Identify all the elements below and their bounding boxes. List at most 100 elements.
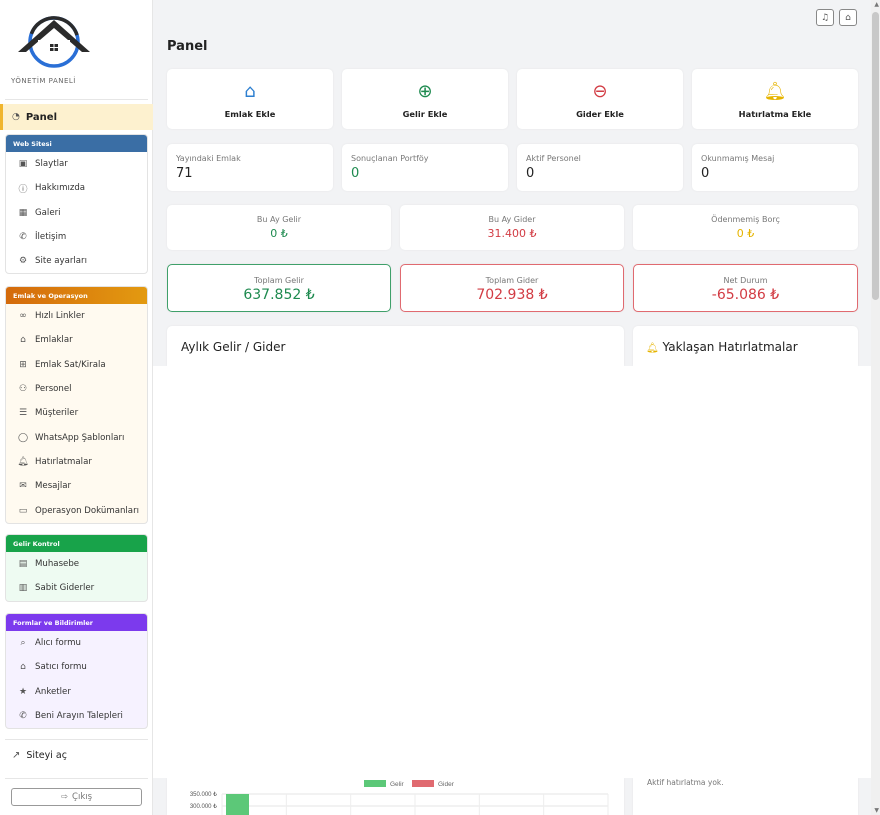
search-icon: ⌕: [20, 638, 26, 649]
stat-label: Aktif Personel: [526, 154, 581, 163]
legend-label: Gelir: [390, 781, 405, 788]
sidebar-item-label: Personel: [35, 384, 72, 395]
star-icon: ★: [18, 686, 28, 697]
card-value: 637.852 ₺: [243, 287, 315, 303]
card-value: 0 ₺: [736, 227, 755, 240]
add-property-button[interactable]: ⌂ Emlak Ekle: [167, 69, 333, 129]
page-title: Panel: [167, 39, 208, 54]
sidebar-item-docs[interactable]: ▭ Operasyon Dokümanları: [6, 498, 147, 522]
scroll-thumb[interactable]: [872, 12, 879, 300]
no-reminder-text: Aktif hatırlatma yok.: [647, 778, 724, 787]
bell-icon[interactable]: ♫: [816, 9, 834, 26]
sidebar-item-label: Beni Arayın Talepleri: [35, 711, 123, 722]
add-income-button[interactable]: ⊕ Gelir Ekle: [342, 69, 508, 129]
sidebar-item-reminders[interactable]: 🔔︎ Hatırlatmalar: [6, 450, 147, 474]
reminders-panel: 🔔︎ Yaklaşan Hatırlatmalar: [633, 326, 858, 366]
total-expense-card: Toplam Gider 702.938 ₺: [400, 264, 624, 312]
minus-circle-icon: ⊖: [592, 81, 608, 102]
legend-swatch: [364, 780, 386, 787]
sidebar-item-surveys[interactable]: ★ Anketler: [6, 680, 147, 704]
add-reminder-button[interactable]: 🔔︎ Hatırlatma Ekle: [692, 69, 858, 129]
sidebar-item-about[interactable]: ⓘ Hakkımızda: [6, 176, 147, 200]
stat-card: Yayındaki Emlak 71: [167, 144, 333, 191]
sidebar-group-forms: Formlar ve Bildirimler ⌕ Alıcı formu ⌂ Sat…: [5, 613, 148, 730]
house-sell-icon: ⌂: [20, 662, 26, 673]
action-label: Gelir Ekle: [402, 109, 448, 119]
sidebar-item-label: Hatırlatmalar: [35, 456, 92, 467]
grid-icon: ▦: [18, 207, 28, 218]
sidebar-item-customers[interactable]: ☰ Müşteriler: [6, 401, 147, 425]
open-site-link[interactable]: ↗ Siteyi aç: [12, 750, 67, 761]
sidebar-group-web: Web Sitesi ▣ Slaytlar ⓘ Hakkımızda ▦ Galeri…: [5, 134, 148, 275]
card-label: Toplam Gelir: [254, 276, 304, 285]
card-value: -65.086 ₺: [711, 287, 780, 303]
logo-text: YÖNETİM PANELİ: [11, 77, 76, 85]
divider: [5, 99, 148, 100]
bar-gelir: [226, 794, 249, 815]
open-site-label: Siteyi aç: [26, 750, 67, 761]
sidebar-item-label: İletişim: [35, 232, 67, 243]
sidebar-item-label: Alıcı formu: [35, 638, 81, 649]
sidebar-item-staff[interactable]: ⚇ Personel: [6, 377, 147, 401]
home-icon[interactable]: ⌂: [839, 9, 857, 26]
sidebar-group-income: Gelir Kontrol ▤ Muhasebe ▥ Sabit Giderler: [5, 534, 148, 602]
sidebar-item-label: Panel: [25, 111, 57, 123]
sidebar-item-messages[interactable]: ✉ Mesajlar: [6, 474, 147, 498]
sidebar-item-whatsapp[interactable]: ◯ WhatsApp Şablonları: [6, 425, 147, 449]
chart-svg: Gelir Gider 350.000 ₺ 300.000 ₺: [190, 780, 609, 815]
scroll-down-icon[interactable]: ▼: [874, 807, 879, 814]
card-label: Ödenmemiş Borç: [711, 215, 780, 224]
external-link-icon: ↗: [12, 750, 21, 761]
people-icon: ⚇: [18, 384, 28, 395]
card-value: 0 ₺: [270, 227, 288, 240]
sidebar-item-contact[interactable]: ✆ İletişim: [6, 225, 147, 249]
card-value: 702.938 ₺: [476, 287, 548, 303]
y-tick-label: 350.000 ₺: [190, 791, 217, 798]
bell-icon: 🔔︎: [17, 456, 29, 467]
sidebar: YÖNETİM PANELİ ◔ Panel Web Sitesi ▣ Slayt…: [0, 0, 153, 815]
stat-value: 71: [176, 166, 193, 181]
sidebar-item-callback[interactable]: ✆ Beni Arayın Talepleri: [6, 704, 147, 728]
stat-value: 0: [701, 166, 710, 181]
total-income-card: Toplam Gelir 637.852 ₺: [167, 264, 391, 312]
sidebar-item-panel[interactable]: ◔ Panel: [0, 104, 153, 130]
sidebar-item-label: Operasyon Dokümanları: [35, 505, 139, 516]
scroll-up-icon[interactable]: ▲: [874, 1, 879, 8]
sidebar-item-settings[interactable]: ⚙ Site ayarları: [6, 249, 147, 273]
group-title: Gelir Kontrol: [6, 535, 147, 552]
stat-card: Aktif Personel 0: [517, 144, 683, 191]
gauge-icon: ◔: [12, 112, 20, 122]
info-icon: ⓘ: [18, 184, 28, 195]
sidebar-item-gallery[interactable]: ▦ Galeri: [6, 201, 147, 225]
sidebar-item-fixed-expenses[interactable]: ▥ Sabit Giderler: [6, 576, 147, 600]
whatsapp-icon: ◯: [17, 432, 29, 443]
reminders-title-text: Yaklaşan Hatırlatmalar: [662, 340, 798, 354]
page-scrollbar[interactable]: ▲ ▼: [871, 0, 880, 815]
stat-value: 0: [526, 166, 535, 181]
plus-circle-icon: ⊕: [417, 81, 433, 102]
sidebar-item-label: Galeri: [35, 207, 61, 218]
sidebar-item-label: Emlaklar: [35, 335, 73, 346]
reminders-body: Aktif hatırlatma yok.: [633, 778, 858, 815]
sidebar-item-seller-form[interactable]: ⌂ Satıcı formu: [6, 655, 147, 679]
phone-icon: ✆: [19, 711, 27, 722]
sidebar-item-sell-rent[interactable]: ⊞ Emlak Sat/Kirala: [6, 353, 147, 377]
sidebar-item-label: Hızlı Linkler: [35, 311, 85, 322]
sidebar-item-slides[interactable]: ▣ Slaytlar: [6, 152, 147, 176]
group-title: Formlar ve Bildirimler: [6, 614, 147, 631]
sidebar-group-ops: Emlak ve Operasyon ∞ Hızlı Linkler ⌂ Emlak…: [5, 286, 148, 524]
sidebar-item-label: Muhasebe: [35, 559, 80, 570]
sidebar-item-quick-links[interactable]: ∞ Hızlı Linkler: [6, 304, 147, 328]
sidebar-item-accounting[interactable]: ▤ Muhasebe: [6, 552, 147, 576]
net-status-card: Net Durum -65.086 ₺: [633, 264, 858, 312]
stat-value: 0: [351, 166, 360, 181]
add-expense-button[interactable]: ⊖ Gider Ekle: [517, 69, 683, 129]
user-list-icon: ☰: [18, 408, 28, 419]
logo[interactable]: YÖNETİM PANELİ: [0, 0, 152, 100]
house-logo-icon: [18, 16, 90, 68]
sidebar-item-properties[interactable]: ⌂ Emlaklar: [6, 328, 147, 352]
logout-button[interactable]: ⇨ Çıkış: [11, 788, 142, 806]
sidebar-item-label: Sabit Giderler: [35, 583, 95, 594]
monthly-chart-panel: Aylık Gelir / Gider: [167, 326, 624, 366]
sidebar-item-buyer-form[interactable]: ⌕ Alıcı formu: [6, 631, 147, 655]
